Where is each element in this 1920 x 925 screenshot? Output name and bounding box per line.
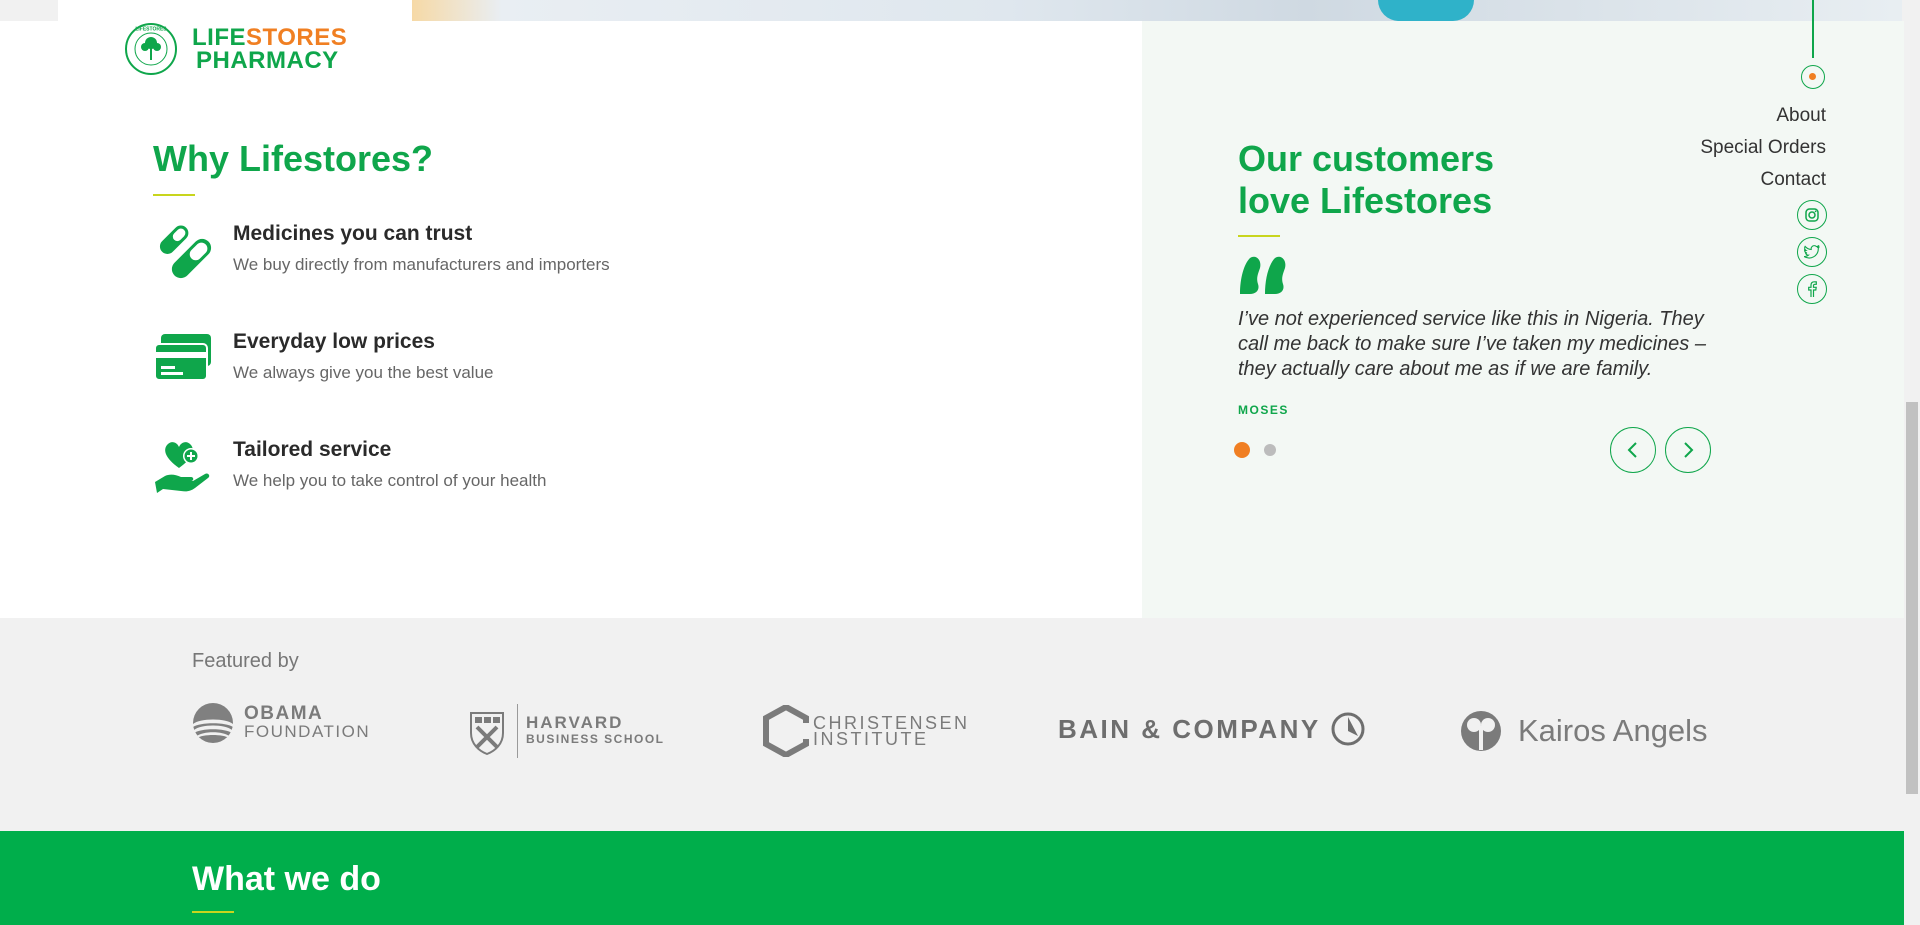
testimonial-title-line1: Our customers xyxy=(1238,138,1495,179)
hero-photo xyxy=(412,0,1902,21)
partner-obama-foundation[interactable]: OBAMA FOUNDATION xyxy=(192,702,370,744)
feature-text: We buy directly from manufacturers and i… xyxy=(233,255,610,274)
facebook-icon xyxy=(1808,281,1817,297)
hero-image-strip xyxy=(0,0,1920,21)
obama-line1: OBAMA xyxy=(244,703,324,724)
testimonial-quote: I’ve not experienced service like this i… xyxy=(1238,308,1706,380)
instagram-icon xyxy=(1805,208,1819,222)
lifestores-seal-icon: LIFESTORES xyxy=(125,23,177,75)
carousel-dot-2[interactable] xyxy=(1264,444,1276,456)
partner-harvard-business-school[interactable]: HARVARD BUSINESS SCHOOL xyxy=(469,704,665,758)
side-nav-special-orders[interactable]: Special Orders xyxy=(1700,132,1826,164)
what-we-do-title: What we do xyxy=(192,860,381,898)
obama-foundation-logo-icon xyxy=(193,703,233,743)
testimonial-title-line2: love Lifestores xyxy=(1238,180,1493,221)
svg-text:LIFESTORES: LIFESTORES xyxy=(135,27,167,33)
twitter-icon xyxy=(1804,245,1820,259)
twitter-link[interactable] xyxy=(1797,237,1827,267)
side-nav-line xyxy=(1812,0,1814,58)
side-nav-indicator[interactable] xyxy=(1801,65,1825,89)
feature-title: Medicines you can trust xyxy=(233,222,473,245)
lifestores-logo[interactable]: LIFESTORES LIFESTORES PHARMACY xyxy=(124,22,347,76)
carousel-dot-1[interactable] xyxy=(1234,442,1250,458)
testimonial-title: Our customers love Lifestores xyxy=(1238,138,1494,222)
feature-text: We help you to take control of your heal… xyxy=(233,471,547,490)
kairos-wordmark: Kairos Angels xyxy=(1518,713,1708,748)
featured-label: Featured by xyxy=(192,650,299,672)
partner-christensen-institute[interactable]: CHRISTENSEN INSTITUTE xyxy=(763,705,970,757)
harvard-line1: HARVARD xyxy=(526,713,624,732)
side-nav: About Special Orders Contact xyxy=(1700,100,1826,196)
feature-title: Tailored service xyxy=(233,438,392,461)
feature-item-service: Tailored service We help you to take con… xyxy=(153,436,546,496)
scrollbar-thumb[interactable] xyxy=(1906,402,1918,794)
testimonial-title-rule xyxy=(1238,235,1280,237)
feature-item-prices: Everyday low prices We always give you t… xyxy=(153,328,494,388)
why-title-rule xyxy=(153,194,195,196)
feature-item-trust: Medicines you can trust We buy directly … xyxy=(153,220,610,280)
carousel-prev-button[interactable] xyxy=(1610,427,1656,473)
instagram-link[interactable] xyxy=(1797,200,1827,230)
partner-bain-company[interactable]: BAIN & COMPANY xyxy=(1058,712,1365,746)
hero-card-edge xyxy=(58,0,412,21)
quote-icon xyxy=(1240,256,1286,294)
testimonial-author: MOSES xyxy=(1238,403,1289,417)
cards-icon xyxy=(154,334,211,381)
bain-wordmark: BAIN & COMPANY xyxy=(1058,713,1321,744)
bain-compass-icon xyxy=(1331,712,1365,746)
chevron-left-icon xyxy=(1627,442,1637,458)
carousel-next-button[interactable] xyxy=(1665,427,1711,473)
logo-pharmacy: PHARMACY xyxy=(196,47,339,74)
side-nav-about[interactable]: About xyxy=(1700,100,1826,132)
heart-hand-icon xyxy=(155,442,210,493)
harvard-shield-icon xyxy=(470,712,504,755)
what-we-do-title-rule xyxy=(192,911,234,913)
side-nav-contact[interactable]: Contact xyxy=(1700,164,1826,196)
logo-wordmark: LIFESTORES PHARMACY xyxy=(192,26,347,74)
facebook-link[interactable] xyxy=(1797,274,1827,304)
pills-icon xyxy=(159,225,212,279)
kairos-logo-icon xyxy=(1461,711,1501,751)
hero-photo-detail xyxy=(1378,0,1474,21)
chevron-right-icon xyxy=(1684,442,1694,458)
feature-text: We always give you the best value xyxy=(233,363,494,382)
partner-kairos-angels[interactable]: Kairos Angels xyxy=(1460,710,1708,752)
christensen-line2: INSTITUTE xyxy=(813,729,929,749)
feature-title: Everyday low prices xyxy=(233,330,435,353)
obama-line2: FOUNDATION xyxy=(244,722,371,741)
harvard-line2: BUSINESS SCHOOL xyxy=(526,732,665,746)
carousel-dots xyxy=(1234,442,1276,458)
christensen-hexagon-icon xyxy=(763,705,809,757)
why-title: Why Lifestores? xyxy=(153,138,434,179)
